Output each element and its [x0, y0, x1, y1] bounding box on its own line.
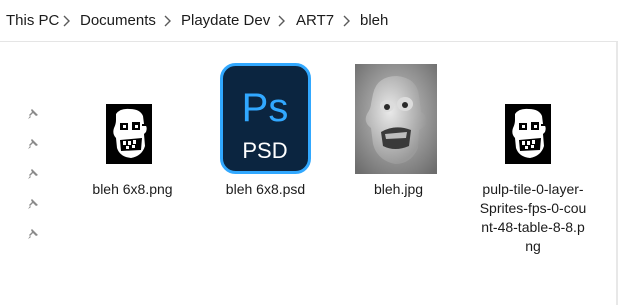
photoshop-icon-subtext: PSD [242, 138, 287, 163]
breadcrumb-item-documents[interactable]: Documents [80, 12, 156, 30]
file-name: bleh 6x8.png [92, 181, 173, 197]
file-name: pulp-tile-0-layer- Sprites-fps-0-cou nt-… [468, 180, 598, 256]
png-thumbnail [505, 104, 551, 164]
file-name-line: ng [525, 238, 541, 254]
chevron-right-icon[interactable] [276, 14, 286, 28]
photoshop-icon: Ps PSD [220, 63, 311, 174]
breadcrumb-item-playdate-dev[interactable]: Playdate Dev [181, 12, 270, 30]
breadcrumb-item-this-pc[interactable]: This PC [6, 12, 59, 30]
breadcrumb-item-art7[interactable]: ART7 [296, 12, 334, 30]
file-name: bleh.jpg [373, 181, 424, 197]
chevron-right-icon[interactable] [61, 14, 71, 28]
pin-icon[interactable] [27, 138, 39, 150]
pin-icon[interactable] [27, 198, 39, 210]
breadcrumb-item-bleh[interactable]: bleh [360, 12, 388, 30]
photoshop-icon-text: Ps [242, 86, 289, 130]
pin-icon[interactable] [27, 228, 39, 240]
breadcrumb: This PC Documents Playdate Dev ART7 bleh [0, 0, 618, 42]
file-item-bleh-jpg[interactable]: bleh.jpg [336, 60, 461, 210]
file-name-line: Sprites-fps-0-cou [479, 200, 587, 216]
png-thumbnail [106, 104, 152, 164]
file-name: bleh 6x8.psd [225, 181, 306, 197]
chevron-right-icon[interactable] [162, 14, 172, 28]
file-name-line: pulp-tile-0-layer- [482, 181, 584, 197]
chevron-right-icon[interactable] [341, 14, 351, 28]
pin-icon[interactable] [27, 168, 39, 180]
file-item-bleh-6x8-psd[interactable]: Ps PSD bleh 6x8.psd [203, 60, 328, 210]
file-name-line: nt-48-table-8-8.p [481, 219, 585, 235]
pin-icon[interactable] [27, 108, 39, 120]
file-item-pulp-tile-png[interactable]: pulp-tile-0-layer- Sprites-fps-0-cou nt-… [468, 60, 598, 270]
jpg-thumbnail [355, 64, 437, 174]
file-item-bleh-6x8-png[interactable]: bleh 6x8.png [70, 60, 195, 210]
